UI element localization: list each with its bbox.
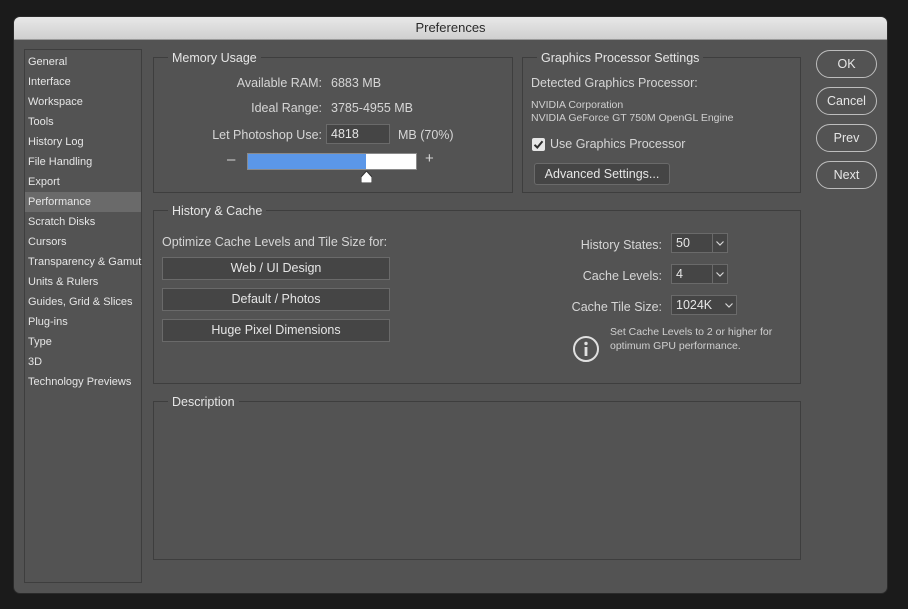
sidebar-item-units-rulers[interactable]: Units & Rulers (25, 272, 141, 292)
cache-tile-size-label: Cache Tile Size: (571, 300, 662, 314)
window-title: Preferences (14, 17, 887, 40)
memory-slider-thumb[interactable] (360, 171, 372, 183)
sidebar-item-file-handling[interactable]: File Handling (25, 152, 141, 172)
chevron-down-icon (712, 265, 727, 283)
chevron-down-icon (712, 234, 727, 252)
sidebar-item-performance[interactable]: Performance (25, 192, 141, 212)
sidebar-item-cursors[interactable]: Cursors (25, 232, 141, 252)
sidebar-item-type[interactable]: Type (25, 332, 141, 352)
preferences-window: Preferences General Interface Workspace Too… (14, 17, 887, 593)
available-ram-label: Available RAM: (236, 76, 322, 90)
cache-tile-size-value: 1024K (676, 298, 713, 312)
default-photos-button[interactable]: Default / Photos (162, 288, 390, 311)
memory-usage-group: Memory Usage Available RAM: 6883 MB Idea… (153, 51, 513, 193)
history-states-label: History States: (580, 238, 662, 252)
sidebar-list: General Interface Workspace Tools History Lo… (25, 52, 141, 392)
sidebar-item-history-log[interactable]: History Log (25, 132, 141, 152)
history-cache-group: History & Cache Optimize Cache Levels an… (153, 204, 801, 384)
info-icon (573, 336, 599, 362)
cache-info-line1: Set Cache Levels to 2 or higher for (610, 326, 773, 338)
memory-slider-fill (248, 154, 366, 169)
sidebar-item-technology-previews[interactable]: Technology Previews (25, 372, 141, 392)
sidebar-item-guides-grid-slices[interactable]: Guides, Grid & Slices (25, 292, 141, 312)
sidebar-item-export[interactable]: Export (25, 172, 141, 192)
sidebar-item-transparency-gamut[interactable]: Transparency & Gamut (25, 252, 141, 272)
graphics-processor-group: Graphics Processor Settings Detected Gra… (522, 51, 801, 193)
use-gpu-label[interactable]: Use Graphics Processor (550, 137, 685, 151)
sidebar-item-workspace[interactable]: Workspace (25, 92, 141, 112)
description-group: Description (153, 395, 801, 560)
ideal-range-label: Ideal Range: (251, 101, 322, 115)
preferences-sidebar: General Interface Workspace Tools History Lo… (24, 49, 142, 583)
web-ui-design-button[interactable]: Web / UI Design (162, 257, 390, 280)
ok-button[interactable]: OK (816, 50, 877, 78)
cache-levels-value: 4 (676, 267, 683, 281)
memory-amount-input[interactable]: 4818 (326, 124, 390, 144)
cache-tile-size-dropdown[interactable]: 1024K (671, 295, 737, 315)
huge-pixel-dimensions-button[interactable]: Huge Pixel Dimensions (162, 319, 390, 342)
sidebar-item-scratch-disks[interactable]: Scratch Disks (25, 212, 141, 232)
sidebar-item-3d[interactable]: 3D (25, 352, 141, 372)
memory-decrease-button[interactable]: – (227, 151, 235, 168)
cancel-button[interactable]: Cancel (816, 87, 877, 115)
graphics-processor-legend: Graphics Processor Settings (537, 51, 704, 65)
use-gpu-checkbox[interactable] (532, 138, 545, 151)
prev-button[interactable]: Prev (816, 124, 877, 152)
available-ram-value: 6883 MB (331, 76, 382, 90)
sidebar-item-tools[interactable]: Tools (25, 112, 141, 132)
memory-increase-button[interactable]: + (425, 150, 434, 167)
sidebar-item-interface[interactable]: Interface (25, 72, 141, 92)
cache-levels-label: Cache Levels: (582, 269, 662, 283)
sidebar-item-plug-ins[interactable]: Plug-ins (25, 312, 141, 332)
history-cache-legend: History & Cache (168, 204, 267, 218)
advanced-settings-button[interactable]: Advanced Settings... (534, 163, 670, 185)
memory-slider[interactable] (247, 153, 417, 170)
cache-levels-dropdown[interactable]: 4 (671, 264, 728, 284)
detected-gpu-label: Detected Graphics Processor: (531, 76, 698, 90)
memory-unit-label: MB (70%) (398, 128, 454, 142)
memory-usage-legend: Memory Usage (168, 51, 261, 65)
chevron-down-icon (722, 296, 736, 314)
checkmark-icon (533, 140, 544, 149)
history-states-dropdown[interactable]: 50 (671, 233, 728, 253)
ideal-range-value: 3785-4955 MB (331, 101, 414, 115)
optimize-cache-label: Optimize Cache Levels and Tile Size for: (162, 235, 388, 249)
history-states-value: 50 (676, 236, 690, 250)
description-legend: Description (168, 395, 239, 409)
gpu-model: NVIDIA GeForce GT 750M OpenGL Engine (531, 112, 734, 124)
gpu-vendor: NVIDIA Corporation (531, 99, 624, 111)
let-photoshop-use-label: Let Photoshop Use: (212, 128, 322, 142)
cache-info-line2: optimum GPU performance. (610, 340, 741, 352)
sidebar-item-general[interactable]: General (25, 52, 141, 72)
next-button[interactable]: Next (816, 161, 877, 189)
